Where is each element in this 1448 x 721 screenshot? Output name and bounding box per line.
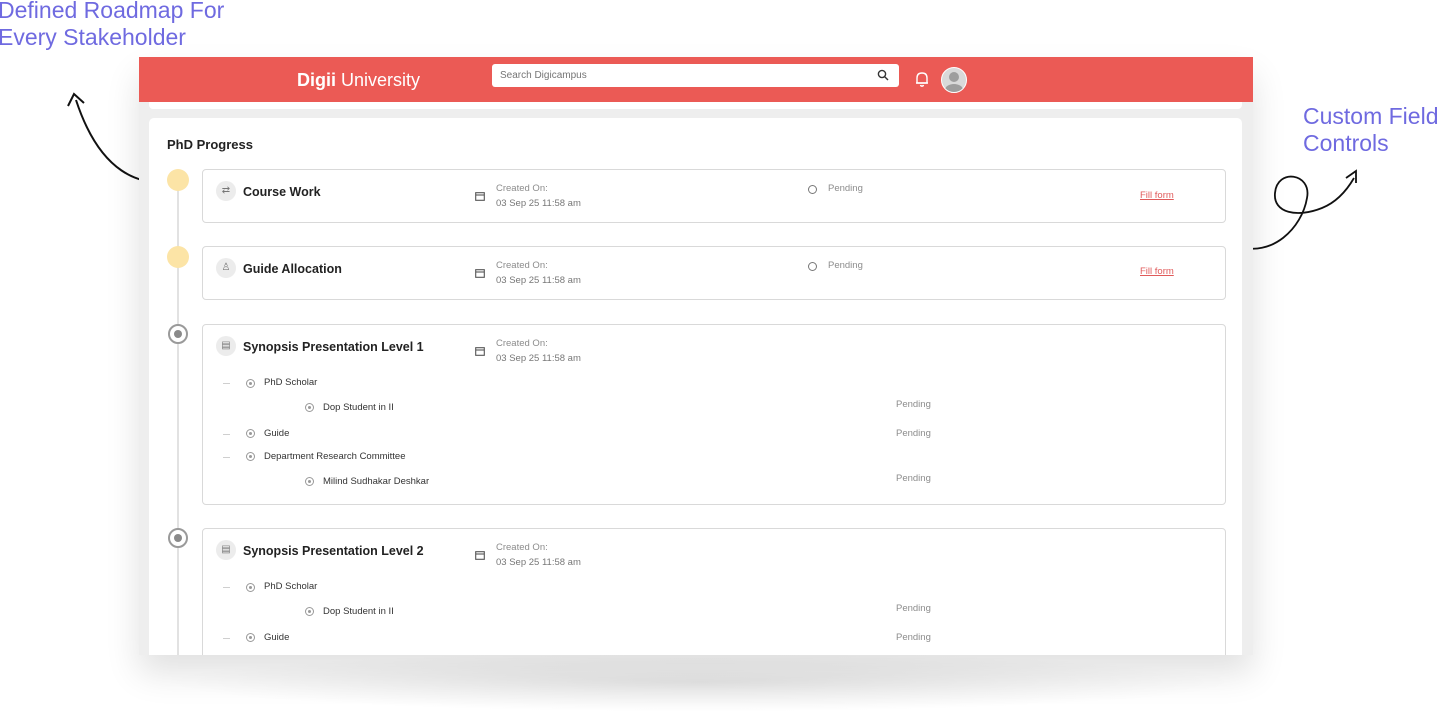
window-shadow xyxy=(160,652,1240,712)
annotation-roadmap: Defined Roadmap For Every Stakeholder xyxy=(0,0,258,51)
document-icon: ▤ xyxy=(216,540,236,560)
search-icon[interactable] xyxy=(877,69,889,81)
calendar-icon xyxy=(475,192,485,201)
status-pending-icon xyxy=(808,262,817,271)
stage-card-guide-allocation: ♙ Guide Allocation Created On: 03 Sep 25… xyxy=(202,246,1226,300)
stage-status: Pending xyxy=(828,183,863,194)
created-label: Created On: xyxy=(496,542,548,553)
app-logo[interactable]: Digii University xyxy=(297,70,420,91)
member-bullet-icon xyxy=(305,607,314,616)
stage-title: Synopsis Presentation Level 2 xyxy=(243,544,424,558)
created-date: 03 Sep 25 11:58 am xyxy=(496,557,581,568)
created-label: Created On: xyxy=(496,338,548,349)
stage-title: Guide Allocation xyxy=(243,262,342,276)
member-bullet-icon xyxy=(305,477,314,486)
annotation-roadmap-line1: Defined Roadmap For xyxy=(0,0,225,23)
member-bullet-icon xyxy=(305,403,314,412)
calendar-icon xyxy=(475,551,485,560)
page-title: PhD Progress xyxy=(167,137,253,152)
annotation-custom-fields-line1: Custom Field xyxy=(1303,103,1439,129)
search-input[interactable] xyxy=(492,64,860,87)
stage-status: Pending xyxy=(828,260,863,271)
member-status: Pending xyxy=(896,473,931,484)
created-date: 03 Sep 25 11:58 am xyxy=(496,353,581,364)
member-name: Dop Student in II xyxy=(323,402,394,413)
stage-card-synopsis-2: ▤ Synopsis Presentation Level 2 Created … xyxy=(202,528,1226,655)
member-name: Dop Student in II xyxy=(323,606,394,617)
member-status: Pending xyxy=(896,399,931,410)
role-bullet-icon xyxy=(246,379,255,388)
member-status: Pending xyxy=(896,603,931,614)
tree-dash xyxy=(223,434,230,435)
calendar-icon xyxy=(475,347,485,356)
role-name: PhD Scholar xyxy=(264,377,318,388)
role-name: Guide xyxy=(264,632,290,643)
created-label: Created On: xyxy=(496,183,548,194)
timeline-marker-synopsis-1 xyxy=(168,324,188,344)
role-name: PhD Scholar xyxy=(264,581,318,592)
timeline-marker-guide-allocation xyxy=(167,246,189,268)
role-name: Guide xyxy=(264,428,290,439)
annotation-custom-fields: Custom Field Controls xyxy=(1303,103,1448,157)
tree-dash xyxy=(223,457,230,458)
stage-card-synopsis-1: ▤ Synopsis Presentation Level 1 Created … xyxy=(202,324,1226,505)
tree-dash xyxy=(223,383,230,384)
phd-progress-panel: PhD Progress ⇄ Course Work Created On: 0… xyxy=(149,118,1242,655)
stage-card-course-work: ⇄ Course Work Created On: 03 Sep 25 11:5… xyxy=(202,169,1226,223)
search-box xyxy=(492,64,899,87)
timeline-marker-synopsis-2 xyxy=(168,528,188,548)
tree-dash xyxy=(223,587,230,588)
guide-allocation-icon: ♙ xyxy=(216,258,236,278)
logo-bold-text: igii xyxy=(310,70,336,90)
role-name: Department Research Committee xyxy=(264,451,406,462)
created-date: 03 Sep 25 11:58 am xyxy=(496,198,581,209)
logo-mark: D xyxy=(297,70,310,90)
fill-form-link[interactable]: Fill form xyxy=(1140,266,1174,277)
role-bullet-icon xyxy=(246,583,255,592)
annotation-roadmap-line2: Every Stakeholder xyxy=(0,24,186,50)
user-avatar[interactable] xyxy=(941,67,967,93)
timeline-marker-course-work xyxy=(167,169,189,191)
calendar-icon xyxy=(475,269,485,278)
user-icon xyxy=(945,72,963,92)
role-status: Pending xyxy=(896,428,931,439)
member-name: Milind Sudhakar Deshkar xyxy=(323,476,430,487)
created-label: Created On: xyxy=(496,260,548,271)
role-bullet-icon xyxy=(246,633,255,642)
tree-dash xyxy=(223,638,230,639)
annotation-custom-fields-line2: Controls xyxy=(1303,130,1389,156)
coursework-icon: ⇄ xyxy=(216,181,236,201)
status-pending-icon xyxy=(808,185,817,194)
app-window: Digii University PhD Progress xyxy=(139,57,1253,655)
fill-form-link[interactable]: Fill form xyxy=(1140,190,1174,201)
logo-text: University xyxy=(336,70,421,90)
stage-title: Synopsis Presentation Level 1 xyxy=(243,340,424,354)
stage-title: Course Work xyxy=(243,185,321,199)
role-bullet-icon xyxy=(246,452,255,461)
role-status: Pending xyxy=(896,632,931,643)
notification-bell-icon[interactable] xyxy=(914,70,930,88)
sub-header-bar xyxy=(149,102,1242,109)
top-bar: Digii University xyxy=(139,57,1253,102)
document-icon: ▤ xyxy=(216,336,236,356)
role-bullet-icon xyxy=(246,429,255,438)
created-date: 03 Sep 25 11:58 am xyxy=(496,275,581,286)
